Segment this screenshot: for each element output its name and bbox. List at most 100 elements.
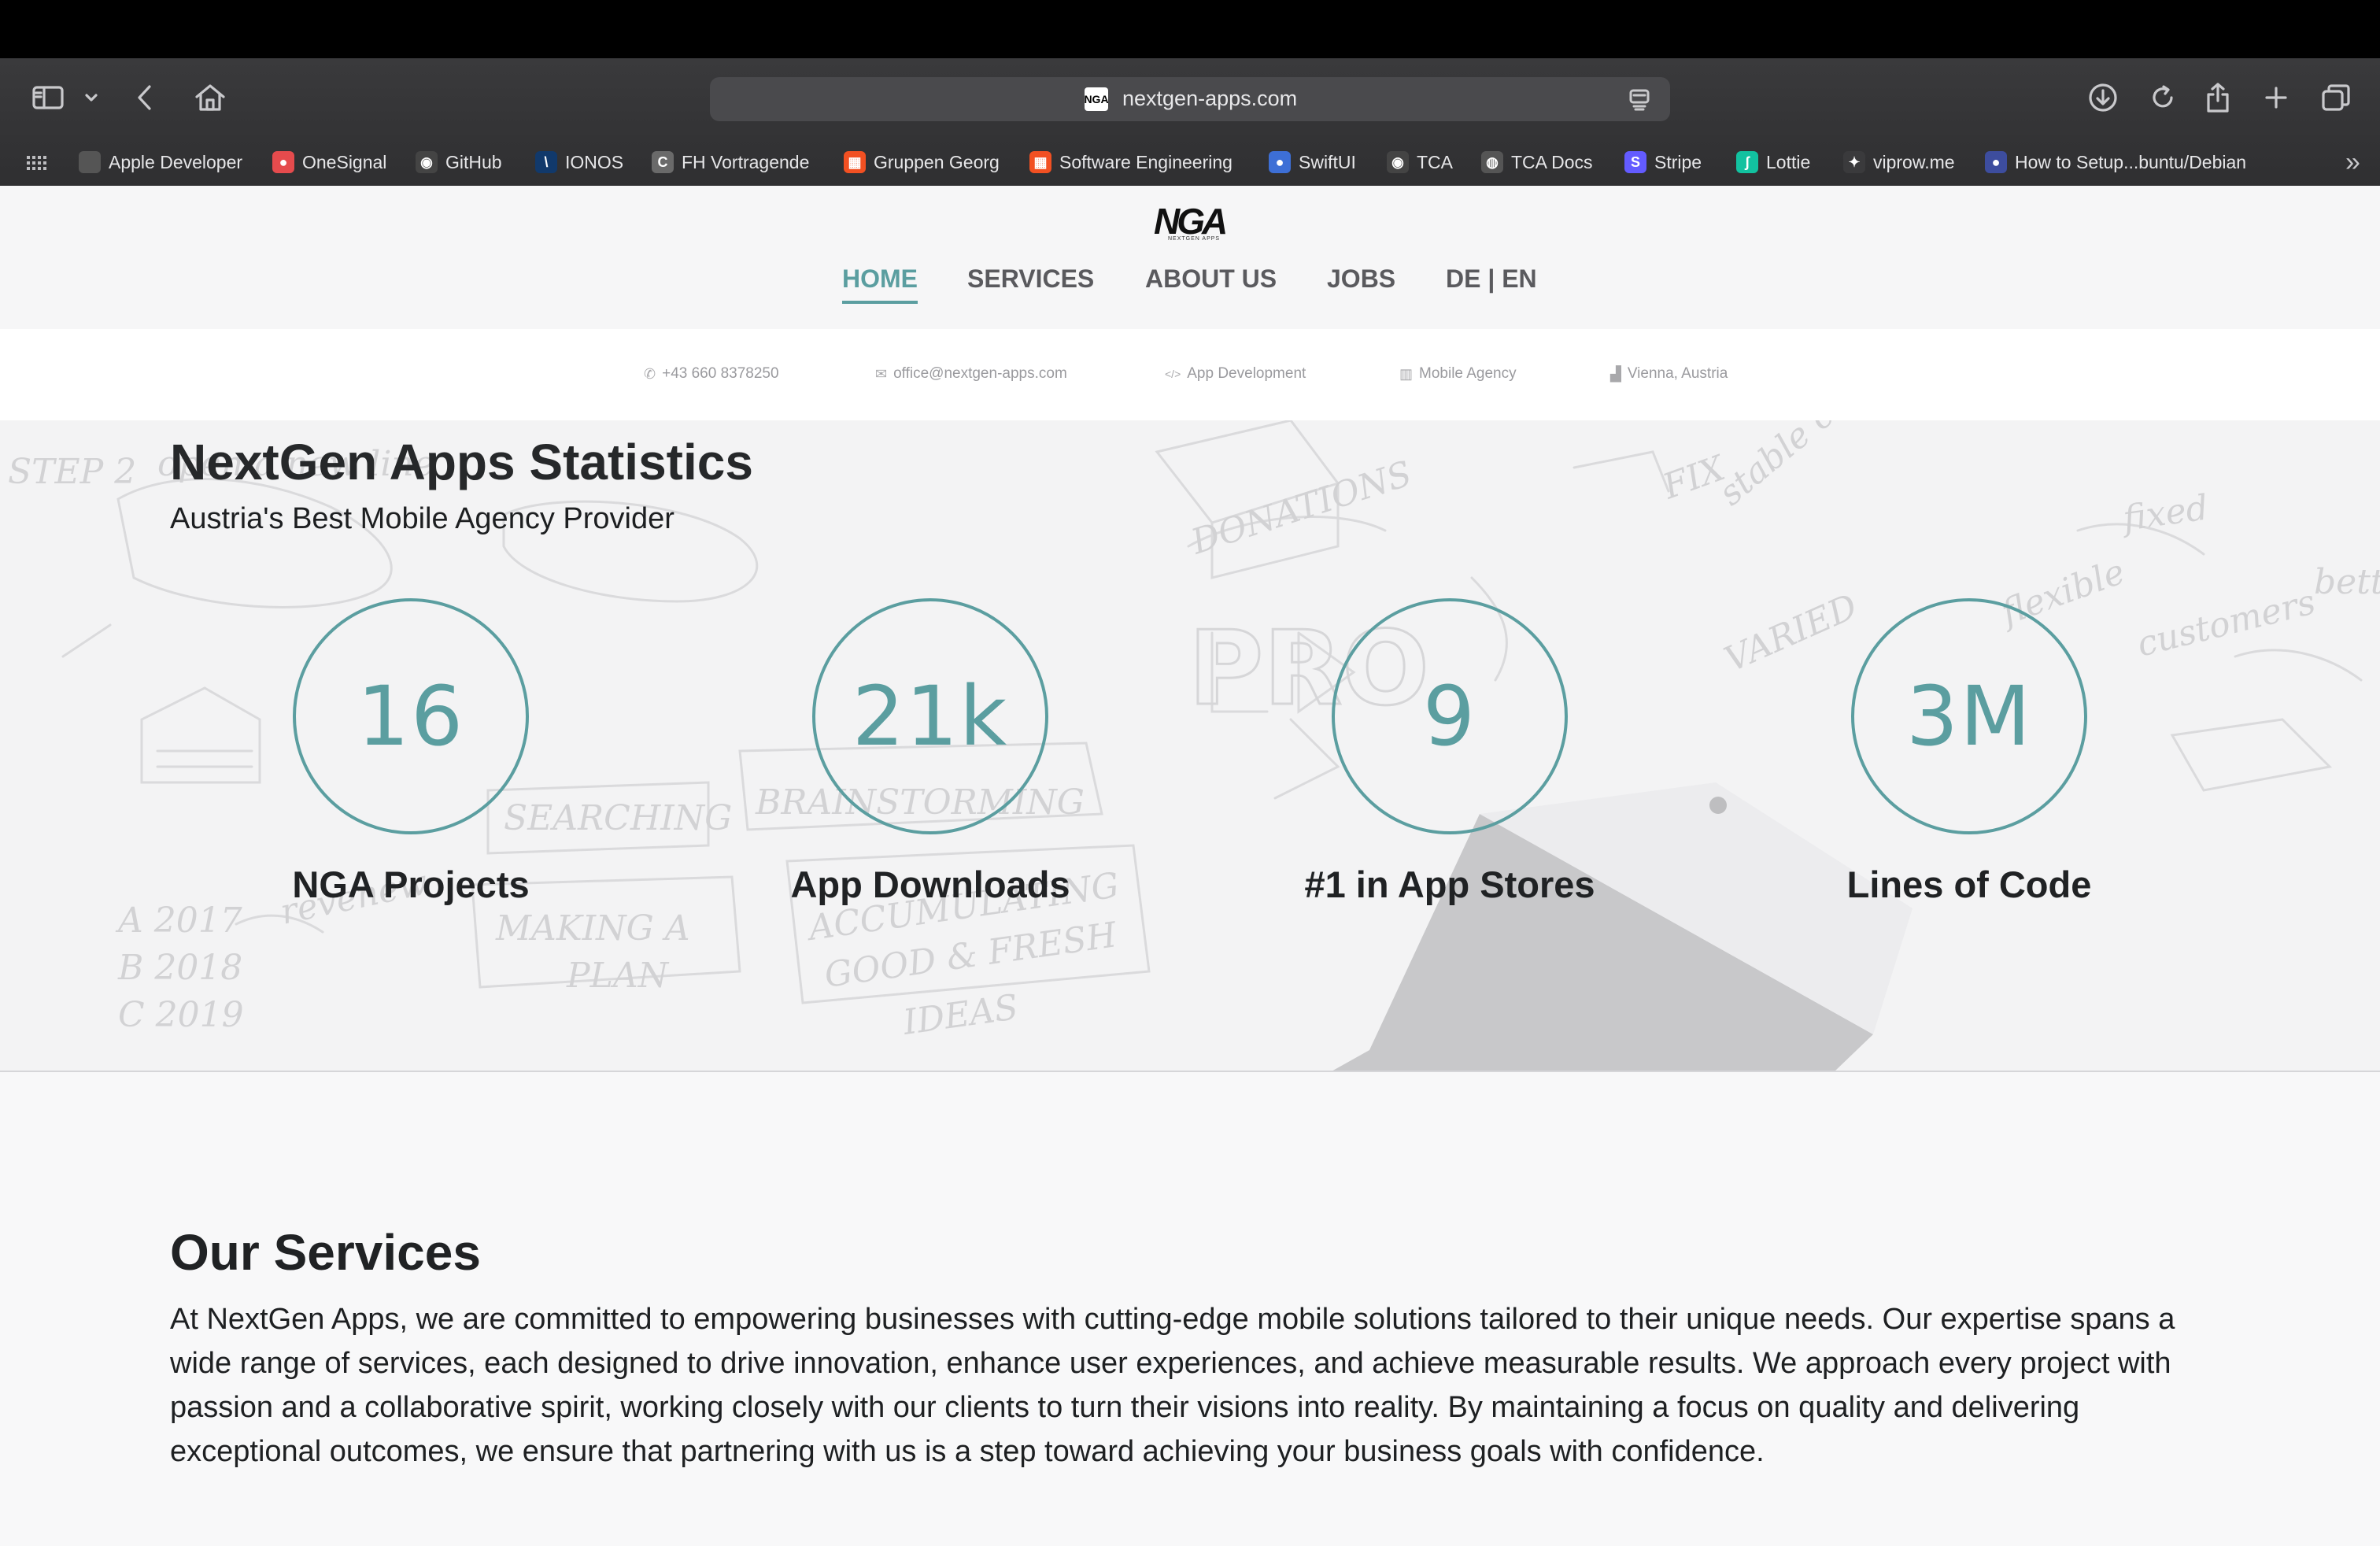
services-title: Our Services <box>170 1224 481 1281</box>
ionos-icon: \ <box>535 151 557 173</box>
bookmark-item[interactable]: S Stripe <box>1624 145 1702 179</box>
phone-icon: ✆ <box>644 365 656 382</box>
globe-icon: ◍ <box>1481 151 1503 173</box>
stats-title: NextGen Apps Statistics <box>170 434 753 490</box>
bookmark-label: Apple Developer <box>109 151 243 172</box>
bookmark-label: SwiftUI <box>1299 151 1356 172</box>
site-favicon: NGA <box>1084 87 1109 111</box>
info-phone[interactable]: ✆ +43 660 8378250 <box>644 365 779 383</box>
bookmark-item[interactable]: ◉ TCA <box>1387 145 1453 179</box>
mail-icon: ✉ <box>875 365 888 382</box>
bookmark-label: OneSignal <box>302 151 387 172</box>
bookmark-item[interactable]: ◉ GitHub <box>416 145 502 179</box>
svg-text:STEP 2: STEP 2 <box>8 452 136 492</box>
stat-label: Lines of Code <box>1846 864 2092 905</box>
bookmark-item[interactable]: C FH Vortragende <box>652 145 809 179</box>
sidebar-icon[interactable] <box>30 76 66 120</box>
bookmark-label: viprow.me <box>1873 151 1955 172</box>
bookmark-label: FH Vortragende <box>682 151 810 172</box>
bookmark-item[interactable]: Apple Developer <box>79 145 242 179</box>
chart-icon: ▟ <box>1610 365 1621 382</box>
download-icon[interactable] <box>2086 76 2120 120</box>
stat-label: App Downloads <box>790 864 1070 905</box>
microsoft-icon: ▦ <box>844 151 866 173</box>
stat-value: 16 <box>357 668 465 764</box>
home-icon[interactable] <box>192 76 228 120</box>
statistics-section: STEP 2 open a new line DONATIONS SEARCHI… <box>0 420 2380 1072</box>
main-nav: HOME SERVICES ABOUT US JOBS DE | EN <box>0 264 2380 312</box>
lottie-icon: ʃ <box>1736 151 1758 173</box>
stats-subtitle: Austria's Best Mobile Agency Provider <box>170 502 674 535</box>
screen: NGA nextgen-apps.com Apple Developer ● One… <box>0 0 2380 1546</box>
stat-ring: 16 <box>293 598 529 834</box>
stat-value: 21k <box>852 668 1009 764</box>
info-email[interactable]: ✉ office@nextgen-apps.com <box>875 365 1067 383</box>
stat-app-store-rank: 9 #1 in App Stores <box>1253 598 1646 929</box>
swiftui-icon: ● <box>1269 151 1291 173</box>
stat-value: 9 <box>1422 668 1477 764</box>
svg-text:stable costs: stable costs <box>1711 420 1895 513</box>
web-page: NGA NEXTGEN APPS HOME SERVICES ABOUT US … <box>0 186 2380 1546</box>
github-icon: ◉ <box>1387 151 1409 173</box>
bookmark-label: Gruppen Georg <box>874 151 1000 172</box>
stat-value: 3M <box>1906 668 2032 764</box>
back-icon[interactable] <box>132 76 157 120</box>
nav-language-switch[interactable]: DE | EN <box>1446 264 1537 294</box>
nav-home[interactable]: HOME <box>842 264 918 304</box>
nav-services[interactable]: SERVICES <box>967 264 1094 294</box>
address-bar[interactable]: NGA nextgen-apps.com <box>710 77 1670 121</box>
info-location: ▟ Vienna, Austria <box>1610 365 1728 383</box>
bookmark-item[interactable]: \ IONOS <box>535 145 623 179</box>
bookmark-item[interactable]: ● OneSignal <box>272 145 386 179</box>
building-icon: ▥ <box>1399 365 1414 382</box>
nav-about-us[interactable]: ABOUT US <box>1145 264 1277 294</box>
onesignal-icon: ● <box>272 151 294 173</box>
url-text[interactable]: nextgen-apps.com <box>1122 87 1297 111</box>
bookmark-item[interactable]: ◍ TCA Docs <box>1481 145 1593 179</box>
info-mobile-agency: ▥ Mobile Agency <box>1399 365 1517 383</box>
stripe-icon: S <box>1624 151 1646 173</box>
apps-grid-icon[interactable] <box>27 145 47 179</box>
info-mobile-agency-label: Mobile Agency <box>1419 365 1517 382</box>
reload-icon[interactable] <box>2147 76 2179 120</box>
svg-text:IDEAS: IDEAS <box>900 987 1020 1043</box>
bookmark-item[interactable]: ʃ Lottie <box>1736 145 1810 179</box>
bookmark-label: IONOS <box>565 151 624 172</box>
stat-lines-of-code: 3M Lines of Code <box>1772 598 2166 929</box>
stat-label: #1 in App Stores <box>1304 864 1595 905</box>
code-icon: </> <box>1165 368 1181 380</box>
bookmark-label: Stripe <box>1654 151 1702 172</box>
fh-icon: C <box>652 151 674 173</box>
info-phone-label: +43 660 8378250 <box>662 365 779 382</box>
share-icon[interactable] <box>2202 76 2234 120</box>
bookmark-item[interactable]: ● How to Setup...buntu/Debian <box>1985 145 2246 179</box>
bookmark-item[interactable]: ✦ viprow.me <box>1843 145 1955 179</box>
svg-text:B 2018: B 2018 <box>117 948 242 988</box>
reader-icon[interactable] <box>1628 88 1651 116</box>
bookmarks-overflow-icon[interactable]: » <box>2345 145 2360 179</box>
svg-text:DONATIONS: DONATIONS <box>1186 453 1417 563</box>
stat-ring: 3M <box>1851 598 2087 834</box>
bookmark-label: GitHub <box>445 151 502 172</box>
bookmark-item[interactable]: ▦ Software Engineering <box>1029 145 1232 179</box>
plus-icon[interactable] <box>2260 76 2292 120</box>
svg-text:FIX: FIX <box>1657 448 1731 508</box>
nga-logo[interactable]: NGA NEXTGEN APPS <box>1154 200 1228 244</box>
bookmark-item[interactable]: ● SwiftUI <box>1269 145 1356 179</box>
nav-jobs[interactable]: JOBS <box>1327 264 1395 294</box>
svg-text:bett: bett <box>2314 562 2380 602</box>
contact-info-bar: ✆ +43 660 8378250 ✉ office@nextgen-apps.… <box>0 329 2380 420</box>
chevron-down-icon[interactable] <box>82 76 101 120</box>
tabs-icon[interactable] <box>2319 76 2353 120</box>
info-email-label: office@nextgen-apps.com <box>893 365 1067 382</box>
bookmark-label: How to Setup...buntu/Debian <box>2015 151 2247 172</box>
svg-text:C 2019: C 2019 <box>118 995 244 1035</box>
bookmark-label: Lottie <box>1766 151 1811 172</box>
bookmark-item[interactable]: ▦ Gruppen Georg <box>844 145 1000 179</box>
bookmark-label: Software Engineering <box>1059 151 1232 172</box>
stat-projects: 16 NGA Projects <box>214 598 608 929</box>
stat-ring: 21k <box>812 598 1048 834</box>
stat-downloads: 21k App Downloads <box>734 598 1127 929</box>
stat-label: NGA Projects <box>292 864 530 905</box>
bookmarks-bar: Apple Developer ● OneSignal ◉ GitHub \ IONOS C F… <box>0 145 2380 179</box>
